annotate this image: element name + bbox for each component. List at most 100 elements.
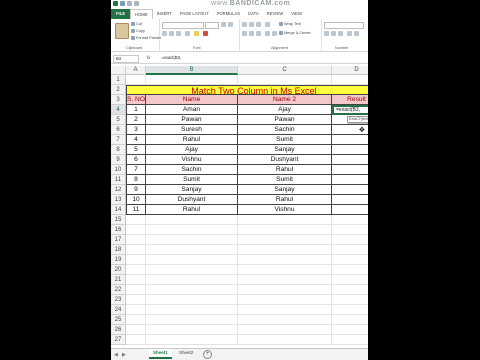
cell-b20[interactable] <box>146 265 238 275</box>
cell-a26[interactable] <box>126 325 146 335</box>
cell-a21[interactable] <box>126 275 146 285</box>
table-header-s-no-[interactable]: S. NO. <box>126 95 147 105</box>
tab-page-layout[interactable]: PAGE LAYOUT <box>176 9 213 19</box>
column-header-c[interactable]: C <box>238 66 332 75</box>
cell-c16[interactable] <box>238 225 332 235</box>
cell-b16[interactable] <box>146 225 238 235</box>
cell-d1[interactable] <box>332 75 368 85</box>
table-cell[interactable]: Suresh <box>146 125 238 135</box>
row-header-11[interactable]: 11 <box>111 175 126 185</box>
cell-b15[interactable] <box>146 215 238 225</box>
format-painter-button[interactable]: Format Painter <box>131 36 161 40</box>
table-cell[interactable]: 6 <box>126 155 146 165</box>
table-cell[interactable]: Dushyant <box>146 195 238 205</box>
table-cell[interactable]: Pawan <box>146 115 238 125</box>
font-color-icon[interactable] <box>203 31 208 36</box>
cell-c17[interactable] <box>238 235 332 245</box>
align-top-icon[interactable] <box>242 22 247 27</box>
cell-d20[interactable] <box>332 265 368 275</box>
cell-d24[interactable] <box>332 305 368 315</box>
row-header-15[interactable]: 15 <box>111 215 126 225</box>
column-header-d[interactable]: D <box>332 66 368 75</box>
orientation-icon[interactable] <box>265 22 270 27</box>
cell-b21[interactable] <box>146 275 238 285</box>
cell-b25[interactable] <box>146 315 238 325</box>
table-cell[interactable]: Rahul <box>146 205 238 215</box>
increase-indent-icon[interactable] <box>272 31 277 36</box>
cell-c22[interactable] <box>238 285 332 295</box>
cell-d15[interactable] <box>332 215 368 225</box>
cell-b18[interactable] <box>146 245 238 255</box>
row-header-26[interactable]: 26 <box>111 325 126 335</box>
table-header-name-2[interactable]: Name 2 <box>238 95 332 105</box>
cell-a24[interactable] <box>126 305 146 315</box>
row-header-10[interactable]: 10 <box>111 165 126 175</box>
cell-c20[interactable] <box>238 265 332 275</box>
increase-decimal-icon[interactable] <box>347 31 352 36</box>
cell-c27[interactable] <box>238 335 332 345</box>
decrease-decimal-icon[interactable] <box>354 31 359 36</box>
cell-c26[interactable] <box>238 325 332 335</box>
tab-formulas[interactable]: FORMULAS <box>213 9 244 19</box>
table-cell[interactable]: Pawan <box>238 115 332 125</box>
table-cell[interactable]: 1 <box>126 105 146 115</box>
cell-d26[interactable] <box>332 325 368 335</box>
underline-icon[interactable] <box>176 31 181 36</box>
cell-c1[interactable] <box>238 75 332 85</box>
table-cell[interactable]: 3 <box>126 125 146 135</box>
table-cell[interactable]: Ajay <box>238 105 332 115</box>
table-cell[interactable] <box>332 175 368 185</box>
decrease-indent-icon[interactable] <box>265 31 270 36</box>
table-cell[interactable]: Sachin <box>238 125 332 135</box>
cell-a20[interactable] <box>126 265 146 275</box>
row-header-2[interactable]: 2 <box>111 85 126 95</box>
table-cell[interactable]: 7 <box>126 165 146 175</box>
cell-a15[interactable] <box>126 215 146 225</box>
cell-d25[interactable] <box>332 315 368 325</box>
table-cell[interactable]: Rahul <box>238 165 332 175</box>
tab-insert[interactable]: INSERT <box>153 9 176 19</box>
row-header-22[interactable]: 22 <box>111 285 126 295</box>
cell-b1[interactable] <box>146 75 238 85</box>
table-cell[interactable]: Sanjay <box>238 185 332 195</box>
table-cell[interactable] <box>332 155 368 165</box>
cell-d22[interactable] <box>332 285 368 295</box>
add-sheet-icon[interactable]: + <box>203 350 212 359</box>
font-name-dropdown[interactable] <box>162 22 204 29</box>
align-right-icon[interactable] <box>256 31 261 36</box>
paste-icon[interactable] <box>115 23 129 39</box>
sheet-tab-sheet2[interactable]: Sheet2 <box>175 349 197 357</box>
cell-c18[interactable] <box>238 245 332 255</box>
cell-a19[interactable] <box>126 255 146 265</box>
number-format-dropdown[interactable] <box>324 22 364 29</box>
table-cell[interactable]: Ajay <box>146 145 238 155</box>
tab-home[interactable]: HOME <box>130 9 153 19</box>
table-cell[interactable]: Rahul <box>238 195 332 205</box>
comma-icon[interactable] <box>338 31 343 36</box>
table-cell[interactable]: Vishnu <box>238 205 332 215</box>
cell-d16[interactable] <box>332 225 368 235</box>
table-cell[interactable]: Sumit <box>238 175 332 185</box>
tab-view[interactable]: VIEW <box>287 9 306 19</box>
row-header-1[interactable]: 1 <box>111 75 126 85</box>
cell-a17[interactable] <box>126 235 146 245</box>
cell-a25[interactable] <box>126 315 146 325</box>
cell-a18[interactable] <box>126 245 146 255</box>
table-cell[interactable]: Sumit <box>146 175 238 185</box>
row-header-24[interactable]: 24 <box>111 305 126 315</box>
cell-d23[interactable] <box>332 295 368 305</box>
cell-d17[interactable] <box>332 235 368 245</box>
table-header-result[interactable]: Result <box>332 95 368 105</box>
fill-color-icon[interactable] <box>194 31 199 36</box>
table-cell[interactable]: Sanjay <box>146 185 238 195</box>
row-header-19[interactable]: 19 <box>111 255 126 265</box>
cell-b17[interactable] <box>146 235 238 245</box>
save-icon[interactable] <box>120 1 125 6</box>
table-cell[interactable]: 5 <box>126 145 146 155</box>
cell-c24[interactable] <box>238 305 332 315</box>
row-header-18[interactable]: 18 <box>111 245 126 255</box>
table-cell[interactable]: 9 <box>126 185 146 195</box>
sheet-tab-sheet1[interactable]: Sheet1 <box>149 349 172 359</box>
tab-data[interactable]: DATA <box>244 9 263 19</box>
column-header-a[interactable]: A <box>126 66 146 75</box>
